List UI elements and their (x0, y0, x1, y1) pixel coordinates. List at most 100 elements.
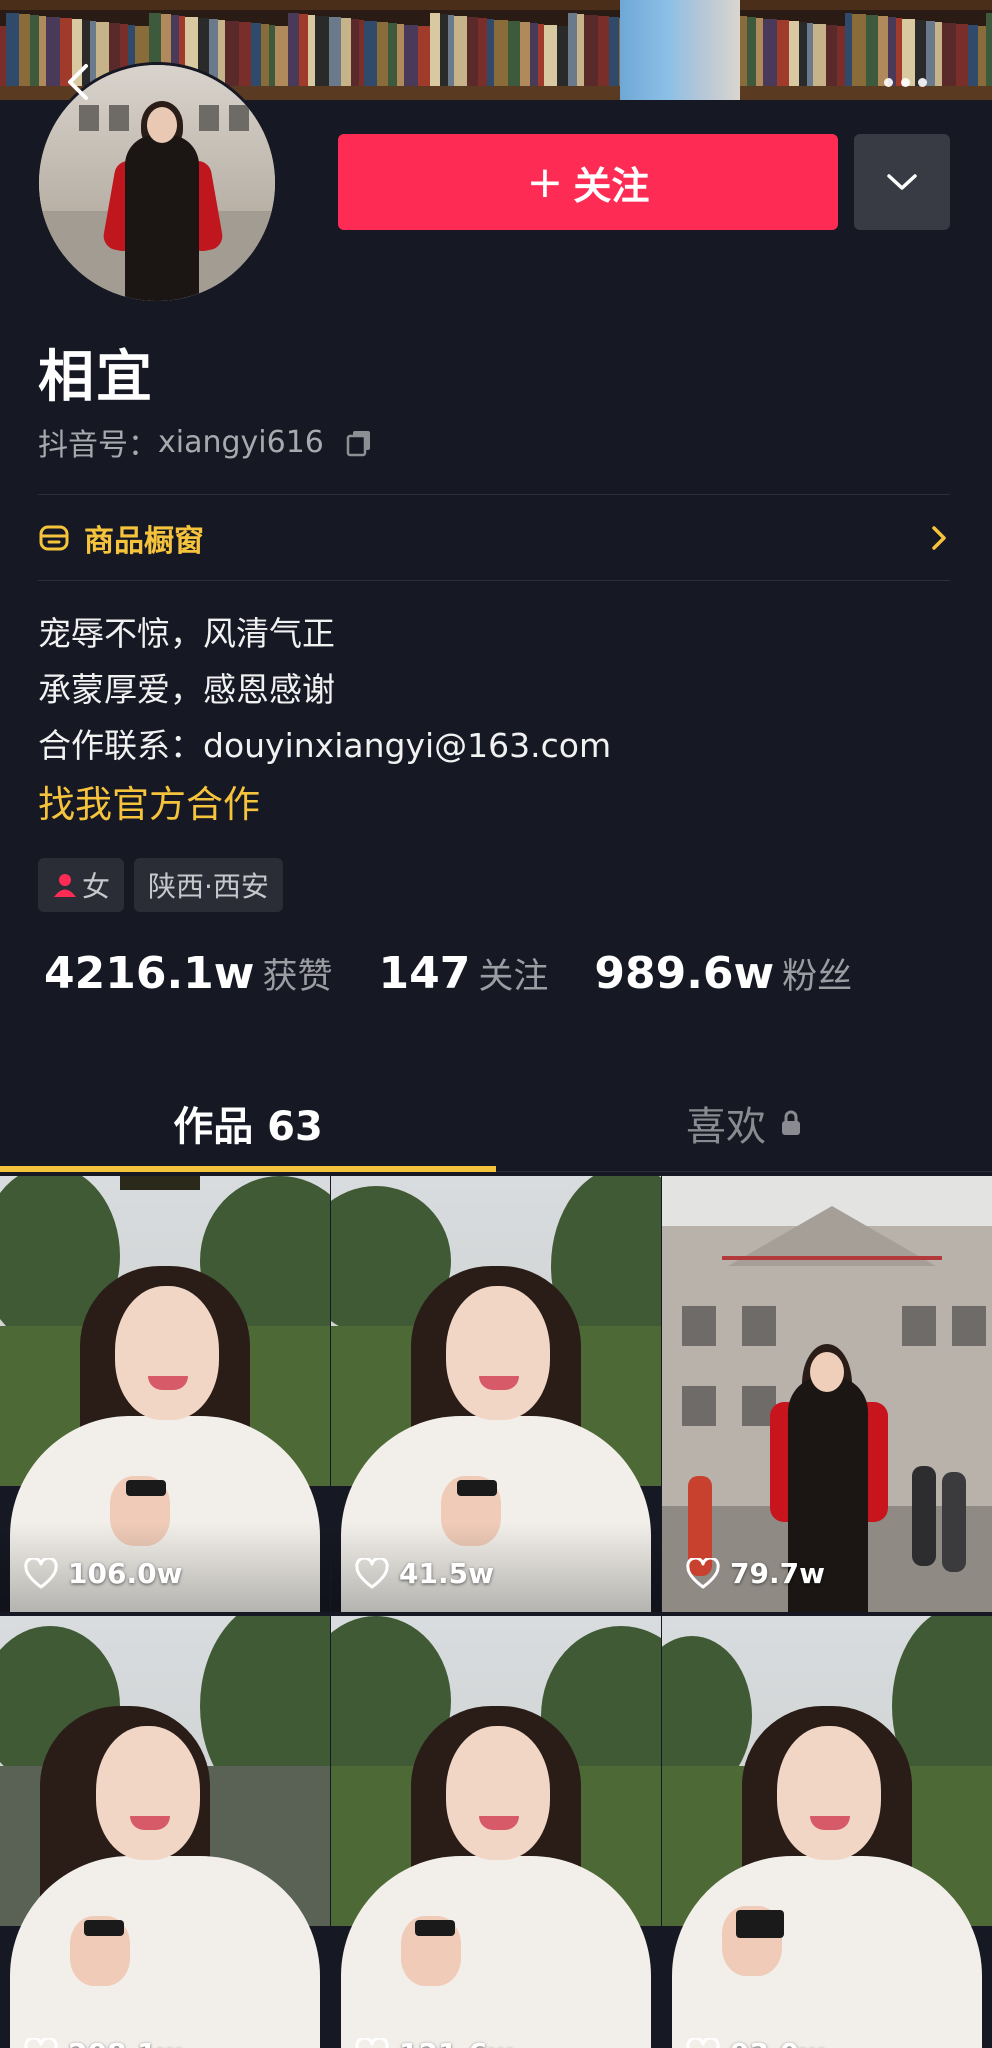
cover-book-spine (530, 23, 538, 86)
cover-book-spine (747, 17, 756, 86)
back-arrow-icon[interactable] (64, 62, 90, 88)
cover-book-spine (756, 18, 763, 86)
cover-book-spine (418, 26, 430, 86)
cover-book-spine (799, 22, 807, 86)
bio-line: 合作联系：douyinxiangyi@163.com (38, 718, 611, 774)
shop-label: 商品橱窗 (84, 516, 204, 560)
shop-icon (38, 522, 70, 554)
cover-book-spine (926, 21, 935, 86)
plus-icon: + (527, 157, 564, 208)
profile-tags: 女 陕西·西安 (38, 858, 283, 912)
cover-book-spine (609, 17, 619, 86)
cover-book-spine (440, 14, 448, 86)
account-id-row: 抖音号： xiangyi616 (38, 420, 374, 464)
follow-button[interactable]: + 关注 (338, 134, 838, 230)
chevron-right-icon (928, 523, 950, 553)
cover-book-spine (789, 21, 799, 86)
bio-line: 宠辱不惊，风清气正 (38, 606, 611, 662)
lock-icon (780, 1109, 802, 1137)
cover-book-spine (308, 15, 315, 86)
stat-followers[interactable]: 989.6w 粉丝 (594, 948, 852, 999)
divider (38, 580, 950, 581)
cover-book-spine (315, 16, 329, 86)
tab-likes[interactable]: 喜欢 (496, 1074, 992, 1172)
cover-book-spine (777, 20, 789, 86)
cover-book-spine (30, 15, 39, 86)
stat-following[interactable]: 147 关注 (378, 948, 548, 999)
video-likes: 79.7w (686, 1557, 825, 1590)
cover-book-spine (388, 23, 397, 86)
cover-book-spine (902, 19, 915, 86)
cover-book-spine (404, 25, 418, 86)
cover-book-spine (598, 16, 610, 86)
cover-book-spine (978, 26, 986, 86)
video-thumbnail[interactable]: 79.7w (662, 1176, 992, 1612)
heart-icon (24, 1558, 58, 1590)
cover-book-spine (454, 16, 467, 86)
official-cooperation-link[interactable]: 找我官方合作 (38, 774, 260, 828)
chevron-down-icon (885, 171, 919, 193)
cover-book-spine (430, 13, 440, 86)
divider (38, 494, 950, 495)
cover-book-spine (837, 26, 846, 86)
cover-book-spine (544, 25, 557, 86)
cover-book-spine (845, 13, 852, 86)
cover-book-spine (888, 17, 896, 86)
heart-icon (686, 2038, 720, 2048)
video-likes: 41.5w (355, 1557, 494, 1590)
shop-window-link[interactable]: 商品橱窗 (38, 496, 950, 580)
cover-book-spine (935, 22, 942, 86)
account-id-value: xiangyi616 (158, 425, 324, 460)
cover-book-spine (364, 21, 377, 86)
video-thumbnail[interactable]: 41.5w (331, 1176, 661, 1612)
video-likes: 121.6w (355, 2037, 513, 2048)
location-tag: 陕西·西安 (134, 858, 283, 912)
cover-book-spine (557, 26, 568, 86)
cover-book-spine (852, 14, 866, 86)
cover-book-spine (968, 25, 978, 86)
cover-book-spine (956, 24, 968, 86)
video-thumbnail[interactable]: 93.0w (662, 1616, 992, 2048)
cover-book-spine (478, 18, 487, 86)
cover-book-spine (826, 25, 837, 86)
cover-book-spine (508, 21, 520, 86)
cover-book-spine (568, 13, 577, 86)
cover-book-spine (467, 17, 478, 86)
tab-works[interactable]: 作品 63 (0, 1074, 496, 1172)
cover-book-spine (813, 24, 826, 86)
account-id-label: 抖音号： (38, 420, 158, 464)
video-thumbnail[interactable]: 106.0w (0, 1176, 330, 1612)
cover-book-spine (494, 20, 508, 86)
cover-book-spine (351, 19, 359, 86)
cover-page-dots (884, 78, 927, 87)
cover-book-spine (866, 15, 878, 86)
content-tabs: 作品 63 喜欢 (0, 1074, 992, 1172)
video-likes: 208.1w (24, 2037, 182, 2048)
cover-book-spine (942, 23, 956, 86)
heart-icon (355, 1558, 389, 1590)
gender-tag: 女 (38, 858, 124, 912)
video-grid: 106.0w 41.5w (0, 1176, 992, 2048)
heart-icon (686, 1558, 720, 1590)
copy-icon[interactable] (344, 427, 374, 457)
cover-book-spine (288, 13, 299, 86)
cover-book-spine (584, 15, 598, 86)
cover-book-spine (487, 19, 494, 86)
heart-icon (24, 2038, 58, 2048)
cover-book-spine (299, 14, 308, 86)
stat-likes[interactable]: 4216.1w 获赞 (44, 948, 332, 999)
cover-book-spine (763, 19, 777, 86)
cover-book-spine (878, 16, 888, 86)
cover-book-spine (577, 14, 584, 86)
video-thumbnail[interactable]: 121.6w (331, 1616, 661, 2048)
video-likes: 106.0w (24, 1557, 182, 1590)
cover-book-spine (377, 22, 388, 86)
cover-book-spine (341, 18, 351, 86)
female-icon (52, 872, 78, 898)
recommend-dropdown-button[interactable] (854, 134, 950, 230)
active-tab-indicator (0, 1166, 496, 1172)
video-thumbnail[interactable]: 208.1w (0, 1616, 330, 2048)
bio-line: 承蒙厚爱，感恩感谢 (38, 662, 611, 718)
cover-book-spine (275, 26, 288, 86)
cover-book-spine (19, 14, 30, 86)
